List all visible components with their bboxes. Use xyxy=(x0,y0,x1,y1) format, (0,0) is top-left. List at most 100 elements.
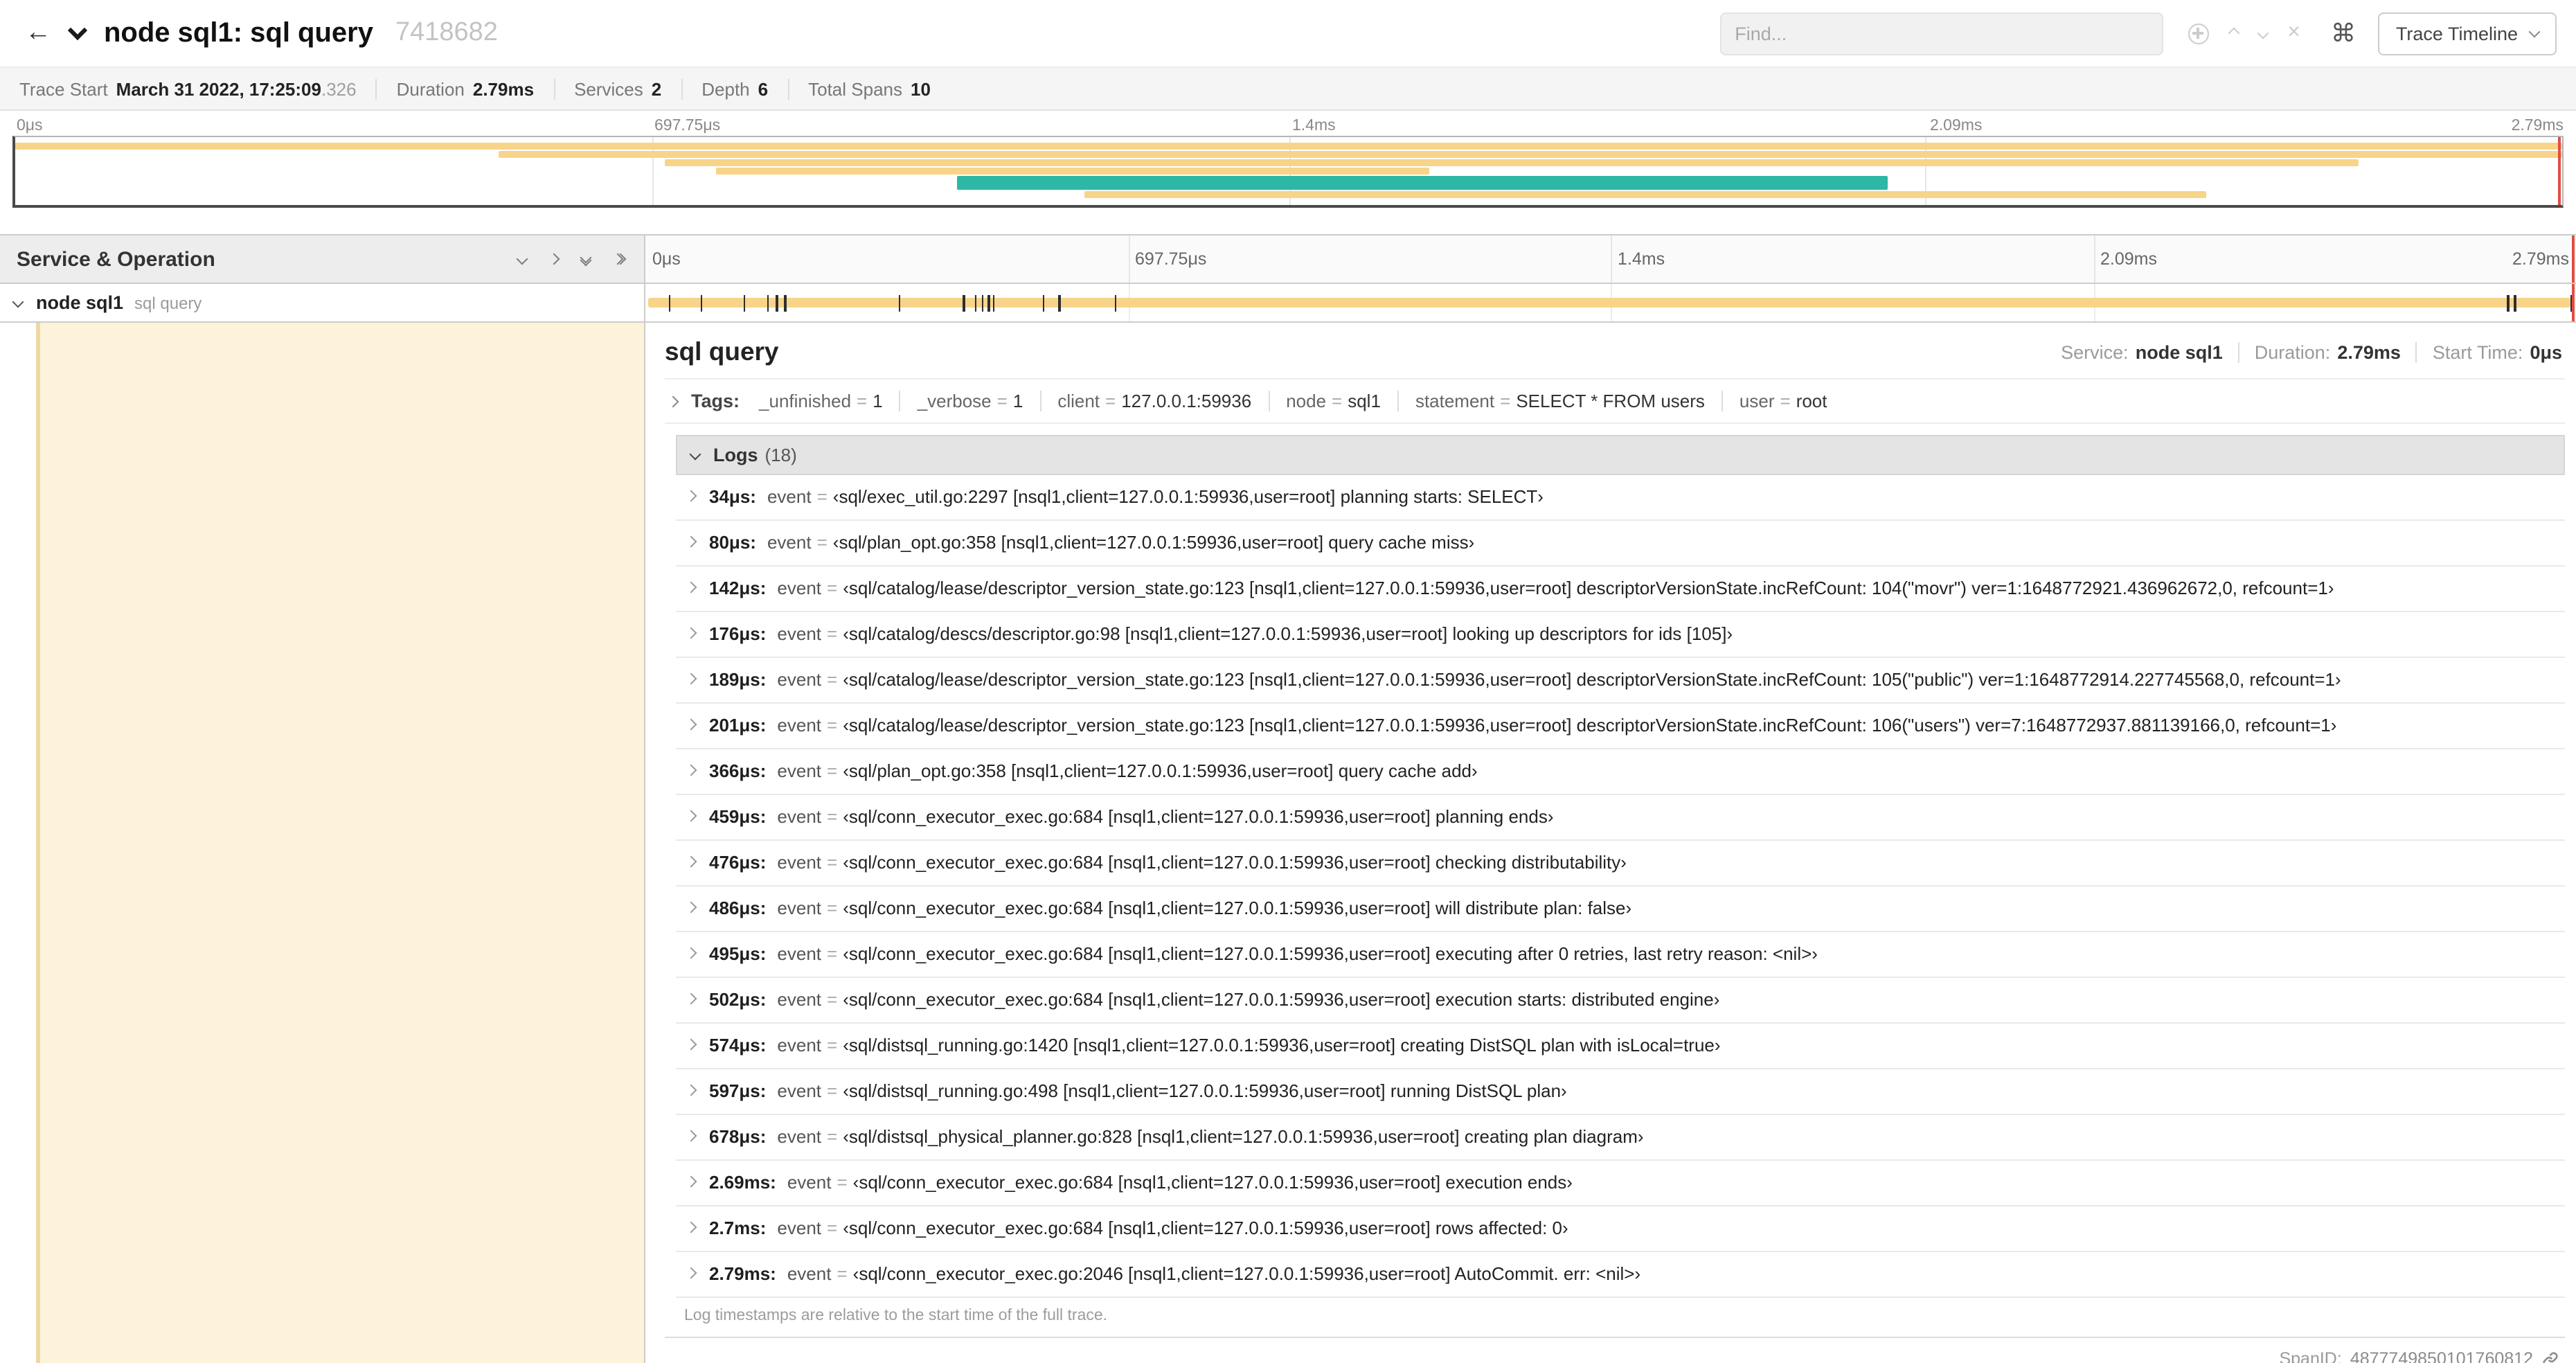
service-label: Service: xyxy=(2061,341,2129,362)
collapse-all-icon[interactable] xyxy=(582,253,590,265)
tag-equals: = xyxy=(1780,391,1791,411)
trace-info-bar: Trace StartMarch 31 2022, 17:25:09.326 D… xyxy=(0,66,2576,111)
chevron-right-icon[interactable] xyxy=(686,1267,697,1279)
log-row[interactable]: 2.69ms: event=‹sql/conn_executor_exec.go:… xyxy=(676,1161,2565,1206)
back-button[interactable]: ← xyxy=(19,18,57,48)
span-row-track[interactable] xyxy=(645,284,2576,323)
log-field: event=‹sql/conn_executor_exec.go:2046 [n… xyxy=(787,1263,1640,1285)
expand-one-icon[interactable] xyxy=(550,255,558,263)
minimap-span-bar xyxy=(1085,191,2206,198)
cursor-guide-line xyxy=(2558,137,2561,205)
log-field-equals: = xyxy=(827,715,837,736)
tags-label: Tags: xyxy=(691,391,740,411)
chevron-right-icon xyxy=(668,395,679,407)
log-field-equals: = xyxy=(827,1218,837,1238)
minimap-tick-label: 2.09ms xyxy=(1926,118,1982,134)
span-detail-card: sql query Service:node sql1 Duration:2.7… xyxy=(665,323,2565,1338)
log-field: event=‹sql/conn_executor_exec.go:684 [ns… xyxy=(787,1172,1573,1194)
depth-label: Depth xyxy=(701,78,749,99)
ruler-tick-label: 0μs xyxy=(645,249,681,269)
logs-note: Log timestamps are relative to the start… xyxy=(676,1298,2565,1337)
log-field-equals: = xyxy=(827,943,837,964)
chevron-right-icon[interactable] xyxy=(686,902,697,914)
logs-header[interactable]: Logs (18) xyxy=(676,435,2565,475)
chevron-down-icon[interactable] xyxy=(2257,28,2269,39)
chevron-right-icon[interactable] xyxy=(686,582,697,594)
duration-value: 2.79ms xyxy=(473,78,534,99)
log-row[interactable]: 597μs:event=‹sql/distsql_running.go:498 … xyxy=(676,1069,2565,1115)
log-field-equals: = xyxy=(827,760,837,781)
log-row[interactable]: 495μs:event=‹sql/conn_executor_exec.go:6… xyxy=(676,932,2565,978)
chevron-right-icon[interactable] xyxy=(686,536,697,548)
log-row[interactable]: 2.79ms:event=‹sql/conn_executor_exec.go:… xyxy=(676,1252,2565,1298)
log-field-key: event xyxy=(777,715,821,736)
log-timestamp: 2.69ms: xyxy=(709,1172,776,1194)
log-row[interactable]: 678μs:event=‹sql/distsql_physical_planne… xyxy=(676,1115,2565,1161)
log-row[interactable]: 459μs:event=‹sql/conn_executor_exec.go:6… xyxy=(676,795,2565,841)
log-field-key: event xyxy=(777,760,821,781)
collapse-one-icon[interactable] xyxy=(518,255,526,263)
chevron-right-icon[interactable] xyxy=(686,1130,697,1142)
collapse-trace-chevron-icon[interactable] xyxy=(68,21,87,40)
link-icon[interactable] xyxy=(2541,1350,2559,1363)
span-expander-icon[interactable] xyxy=(12,296,24,308)
log-marker-tick xyxy=(982,295,984,312)
log-field-key: event xyxy=(777,852,821,873)
log-field-value: ‹sql/catalog/lease/descriptor_version_st… xyxy=(843,578,2334,598)
log-row[interactable]: 2.7ms:event=‹sql/conn_executor_exec.go:6… xyxy=(676,1206,2565,1252)
log-timestamp: 142μs: xyxy=(709,578,766,600)
log-row[interactable]: 486μs:event=‹sql/conn_executor_exec.go:6… xyxy=(676,887,2565,932)
chevron-right-icon[interactable] xyxy=(686,1176,697,1188)
expand-all-icon[interactable] xyxy=(614,255,625,263)
log-field: event=‹sql/conn_executor_exec.go:684 [ns… xyxy=(777,806,1553,828)
chevron-right-icon[interactable] xyxy=(686,856,697,868)
log-field-value: ‹sql/distsql_physical_planner.go:828 [ns… xyxy=(843,1126,1643,1147)
chevron-right-icon[interactable] xyxy=(686,810,697,822)
span-accent-column xyxy=(36,323,644,1363)
log-row[interactable]: 366μs:event=‹sql/plan_opt.go:358 [nsql1,… xyxy=(676,749,2565,795)
log-field: event=‹sql/catalog/descs/descriptor.go:9… xyxy=(777,623,1733,645)
chevron-right-icon[interactable] xyxy=(686,1085,697,1096)
chevron-right-icon[interactable] xyxy=(686,627,697,639)
tags-row[interactable]: Tags: _unfinished=1_verbose=1client=127.… xyxy=(665,380,2565,424)
log-row[interactable]: 502μs:event=‹sql/conn_executor_exec.go:6… xyxy=(676,978,2565,1024)
log-row[interactable]: 34μs:event=‹sql/exec_util.go:2297 [nsql1… xyxy=(676,475,2565,521)
chevron-right-icon[interactable] xyxy=(686,947,697,959)
log-field-equals: = xyxy=(827,1080,837,1101)
log-field-equals: = xyxy=(827,989,837,1010)
log-row[interactable]: 201μs:event=‹sql/catalog/lease/descripto… xyxy=(676,704,2565,749)
log-field: event=‹sql/catalog/lease/descriptor_vers… xyxy=(777,715,2336,737)
trace-total-spans: Total Spans10 xyxy=(787,78,950,99)
close-icon[interactable]: × xyxy=(2287,22,2300,44)
log-row[interactable]: 574μs:event=‹sql/distsql_running.go:1420… xyxy=(676,1024,2565,1069)
tag-item: node=sql1 xyxy=(1268,391,1397,411)
span-detail-header[interactable]: sql query Service:node sql1 Duration:2.7… xyxy=(665,323,2565,380)
log-row[interactable]: 142μs:event=‹sql/catalog/lease/descripto… xyxy=(676,567,2565,612)
top-bar: ← node sql1: sql query 7418682 × ⌘ Trace… xyxy=(0,0,2576,66)
chevron-right-icon[interactable] xyxy=(686,719,697,731)
keyboard-shortcuts-button[interactable]: ⌘ xyxy=(2323,19,2364,48)
chevron-right-icon[interactable] xyxy=(686,673,697,685)
trace-timeline-dropdown[interactable]: Trace Timeline xyxy=(2378,12,2557,55)
chevron-right-icon[interactable] xyxy=(686,765,697,776)
span-row-label[interactable]: node sql1 sql query xyxy=(0,284,645,323)
chevron-right-icon[interactable] xyxy=(686,1039,697,1051)
log-row[interactable]: 80μs:event=‹sql/plan_opt.go:358 [nsql1,c… xyxy=(676,521,2565,567)
log-field-equals: = xyxy=(827,578,837,598)
zoom-icon[interactable] xyxy=(2188,23,2208,44)
log-row[interactable]: 176μs:event=‹sql/catalog/descs/descripto… xyxy=(676,612,2565,658)
chevron-up-icon[interactable] xyxy=(2228,28,2239,39)
chevron-right-icon[interactable] xyxy=(686,490,697,502)
minimap-canvas[interactable] xyxy=(12,136,2564,208)
chevron-right-icon[interactable] xyxy=(686,993,697,1005)
log-row[interactable]: 476μs:event=‹sql/conn_executor_exec.go:6… xyxy=(676,841,2565,887)
log-field-key: event xyxy=(777,669,821,690)
minimap-tick-label: 0μs xyxy=(12,118,43,134)
log-row[interactable]: 189μs:event=‹sql/catalog/lease/descripto… xyxy=(676,658,2565,704)
chevron-right-icon[interactable] xyxy=(686,1222,697,1233)
log-timestamp: 80μs: xyxy=(709,532,756,554)
find-input[interactable] xyxy=(1719,12,2163,55)
log-marker-tick xyxy=(993,295,995,312)
log-marker-tick xyxy=(767,295,769,312)
tag-key: _verbose xyxy=(918,391,992,411)
